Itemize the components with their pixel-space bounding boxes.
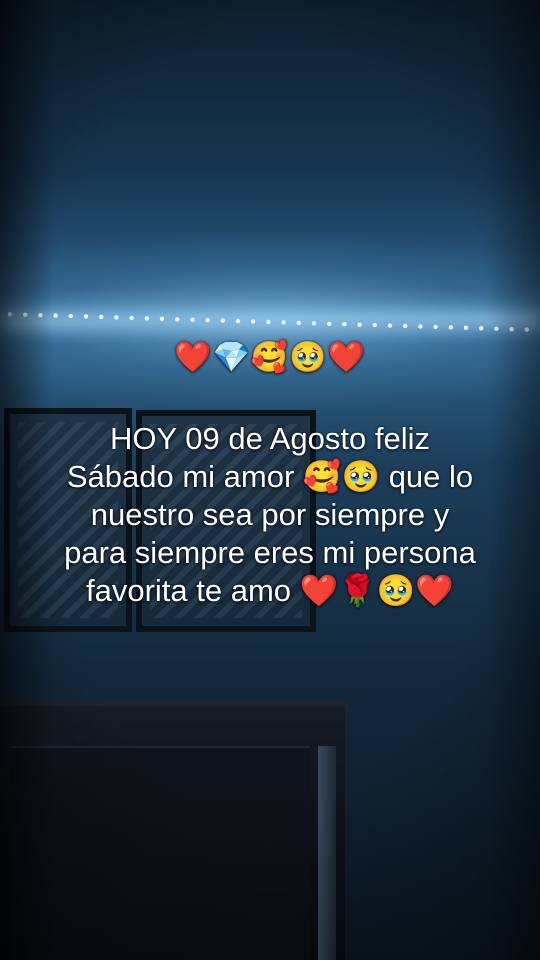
emoji-caption: ❤️💎🥰🥹❤️: [174, 341, 366, 374]
message-caption: HOY 09 de Agosto feliz Sábado mi amor 🥰🥹…: [64, 421, 476, 608]
video-frame: ❤️💎🥰🥹❤️ HOY 09 de Agosto feliz Sábado mi…: [0, 0, 540, 960]
